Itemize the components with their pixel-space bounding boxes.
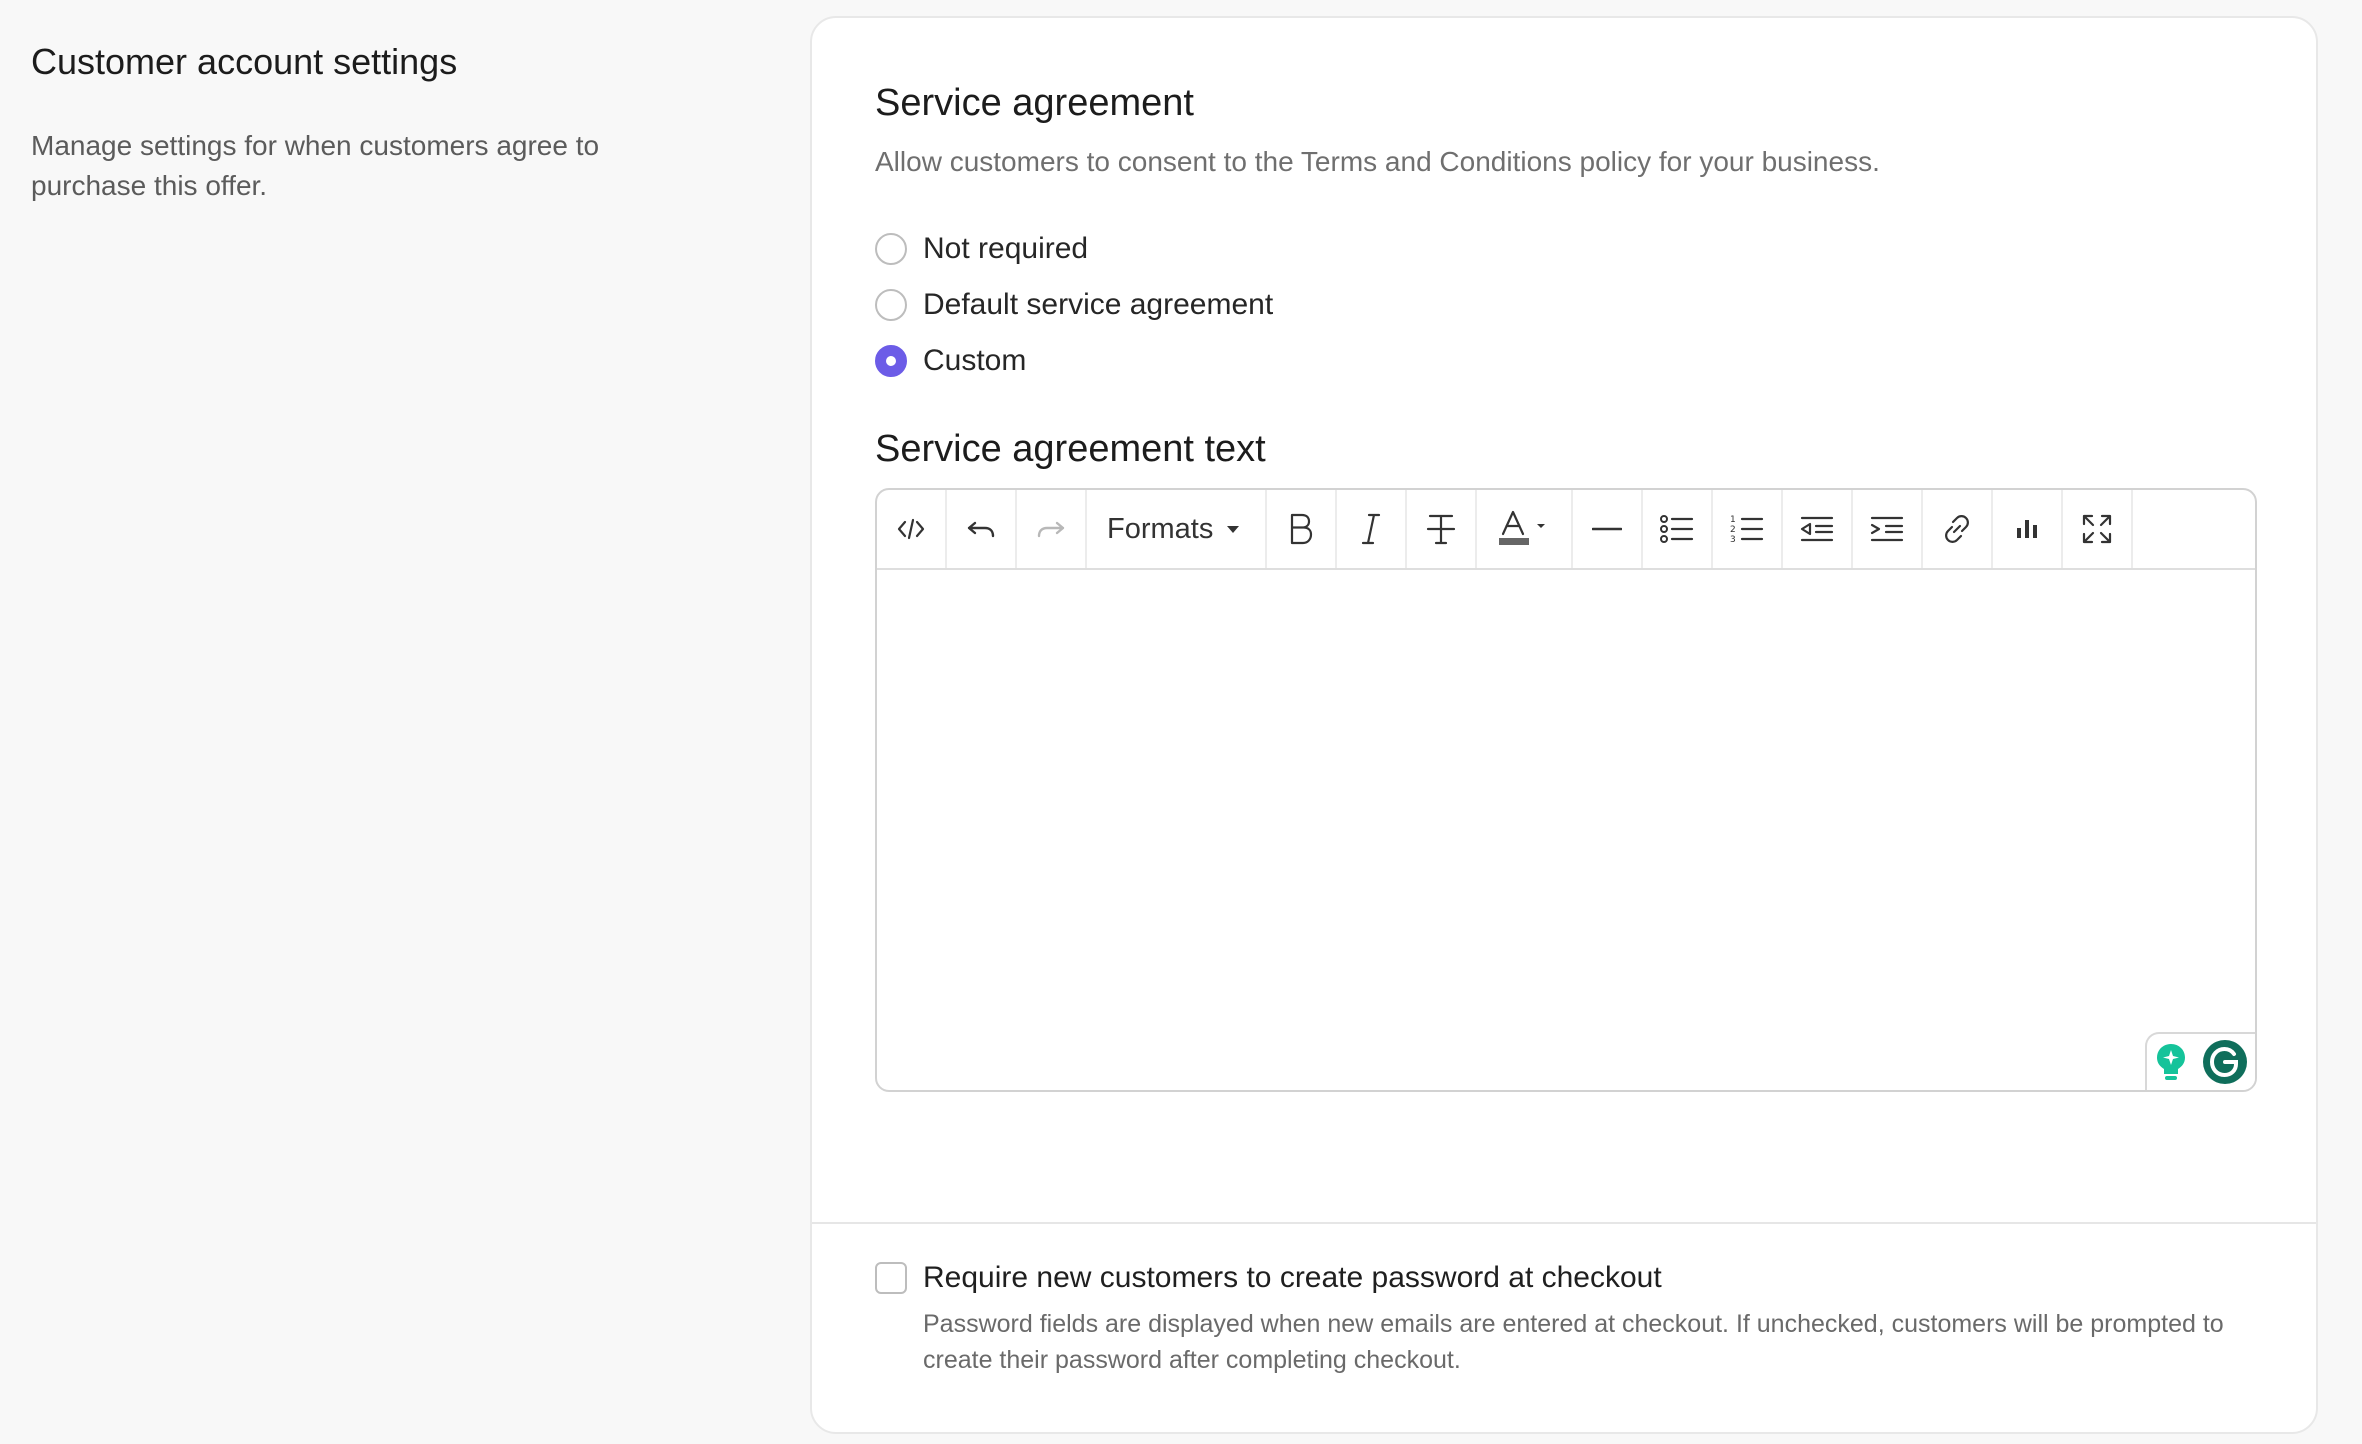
service-agreement-description: Allow customers to consent to the Terms … (875, 146, 1880, 177)
bullet-list-button[interactable] (1643, 490, 1713, 568)
undo-button[interactable] (947, 490, 1017, 568)
italic-button[interactable] (1337, 490, 1407, 568)
bold-button[interactable] (1267, 490, 1337, 568)
section-divider (812, 1222, 2316, 1224)
radio-default-control[interactable] (875, 289, 907, 321)
source-code-button[interactable] (877, 490, 947, 568)
outdent-icon (1800, 516, 1834, 542)
require-password-help: Password fields are displayed when new e… (923, 1310, 2224, 1374)
radio-not-required[interactable]: Not required (875, 229, 1088, 269)
redo-button[interactable] (1017, 490, 1087, 568)
redo-icon (1037, 521, 1065, 538)
radio-label[interactable]: Not required (923, 229, 1088, 269)
formats-label: Formats (1107, 512, 1214, 545)
code-icon (897, 518, 925, 540)
password-requirement-text: Require new customers to create password… (923, 1258, 2253, 1378)
strikethrough-icon (1426, 514, 1456, 545)
strikethrough-button[interactable] (1407, 490, 1477, 568)
horizontal-rule-icon (1592, 527, 1622, 531)
italic-icon (1361, 513, 1381, 545)
editor-content-area[interactable] (877, 570, 2255, 1090)
require-password-checkbox[interactable] (875, 1262, 907, 1294)
radio-custom-control[interactable] (875, 345, 907, 377)
chart-button[interactable] (1993, 490, 2063, 568)
bullet-list-icon (1660, 515, 1694, 543)
svg-text:1: 1 (1730, 515, 1736, 525)
link-button[interactable] (1923, 490, 1993, 568)
numbered-list-button[interactable]: 123 (1713, 490, 1783, 568)
outdent-button[interactable] (1783, 490, 1853, 568)
svg-text:3: 3 (1730, 535, 1736, 545)
radio-label[interactable]: Default service agreement (923, 285, 1273, 325)
rich-text-editor: Formats 1 2 3 (875, 488, 2257, 1092)
indent-icon (1870, 516, 1904, 542)
lightbulb-icon (2157, 1044, 2185, 1080)
radio-not-required-control[interactable] (875, 233, 907, 265)
password-requirement-row: Require new customers to create password… (875, 1258, 2253, 1378)
service-agreement-text-title: Service agreement text (875, 428, 1266, 470)
left-column: Customer account settings Manage setting… (31, 38, 731, 206)
service-agreement-section: Service agreement Allow customers to con… (812, 18, 2316, 1222)
chart-icon (2017, 520, 2037, 538)
grammarly-icon (2203, 1040, 2247, 1084)
text-color-icon (1499, 510, 1545, 545)
text-color-button[interactable] (1477, 490, 1573, 568)
chevron-down-icon (1227, 525, 1240, 533)
radio-label[interactable]: Custom (923, 341, 1026, 381)
radio-default-service-agreement[interactable]: Default service agreement (875, 285, 1273, 325)
link-icon (1945, 515, 1969, 543)
indent-button[interactable] (1853, 490, 1923, 568)
horizontal-rule-button[interactable] (1573, 490, 1643, 568)
grammarly-widget[interactable] (2145, 1032, 2255, 1090)
service-agreement-title: Service agreement (875, 82, 1194, 124)
radio-custom[interactable]: Custom (875, 341, 1026, 381)
settings-card: Service agreement Allow customers to con… (810, 16, 2318, 1434)
bold-icon (1290, 513, 1313, 545)
fullscreen-icon (2082, 514, 2112, 544)
undo-icon (967, 521, 995, 538)
fullscreen-button[interactable] (2063, 490, 2133, 568)
svg-text:2: 2 (1730, 525, 1736, 535)
numbered-list-icon: 123 (1730, 515, 1764, 545)
require-password-label[interactable]: Require new customers to create password… (923, 1258, 2253, 1298)
section-title: Customer account settings (31, 41, 458, 82)
formats-dropdown[interactable]: Formats (1087, 490, 1267, 568)
section-description: Manage settings for when customers agree… (31, 130, 600, 201)
editor-toolbar: Formats 1 2 3 (877, 490, 2255, 570)
